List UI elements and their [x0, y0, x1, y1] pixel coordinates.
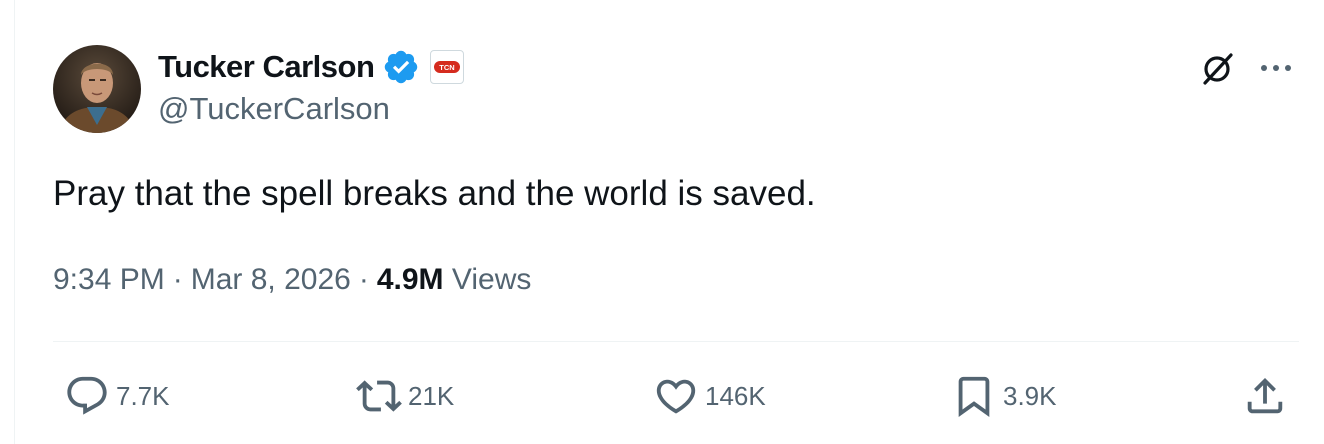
like-button[interactable]: 146K — [653, 374, 766, 418]
timeline-border — [14, 0, 15, 444]
tweet-text: Pray that the spell breaks and the world… — [53, 174, 816, 213]
bookmark-button[interactable]: 3.9K — [951, 374, 1057, 418]
tweet-meta: 9:34 PM · Mar 8, 2026 · 4.9M Views — [53, 259, 531, 301]
repost-button[interactable]: 21K — [356, 374, 454, 418]
svg-text:TCN: TCN — [440, 63, 455, 72]
reply-count: 7.7K — [116, 380, 170, 411]
actions-divider — [53, 341, 1299, 342]
verified-badge-icon[interactable] — [382, 48, 420, 86]
bookmark-icon — [958, 376, 990, 417]
avatar[interactable] — [53, 45, 141, 133]
views-count[interactable]: 4.9M — [377, 263, 444, 296]
like-count: 146K — [705, 380, 766, 411]
meta-separator: · — [172, 263, 183, 296]
share-upload-icon — [1247, 377, 1283, 414]
ellipsis-icon — [1261, 65, 1291, 71]
share-button[interactable] — [1242, 374, 1288, 418]
tcn-logo-icon: TCN — [434, 61, 461, 73]
repost-count: 21K — [408, 380, 455, 411]
bookmark-count: 3.9K — [1003, 380, 1057, 411]
views-label[interactable]: Views — [452, 263, 531, 296]
heart-icon — [656, 379, 696, 414]
grok-button[interactable] — [1196, 46, 1240, 90]
grok-icon — [1203, 53, 1233, 85]
author-row: Tucker Carlson TCN — [158, 45, 465, 89]
tweet-date[interactable]: Mar 8, 2026 — [191, 263, 351, 296]
reply-button[interactable]: 7.7K — [64, 374, 170, 418]
meta-separator: · — [358, 263, 369, 296]
tweet-time[interactable]: 9:34 PM — [53, 263, 165, 296]
speech-bubble-icon — [67, 376, 107, 415]
repost-arrows-icon — [356, 380, 402, 412]
more-options-button[interactable] — [1256, 48, 1296, 88]
author-handle[interactable]: @TuckerCarlson — [158, 91, 390, 127]
author-display-name[interactable]: Tucker Carlson — [158, 49, 375, 85]
affiliate-badge[interactable]: TCN — [430, 50, 465, 84]
